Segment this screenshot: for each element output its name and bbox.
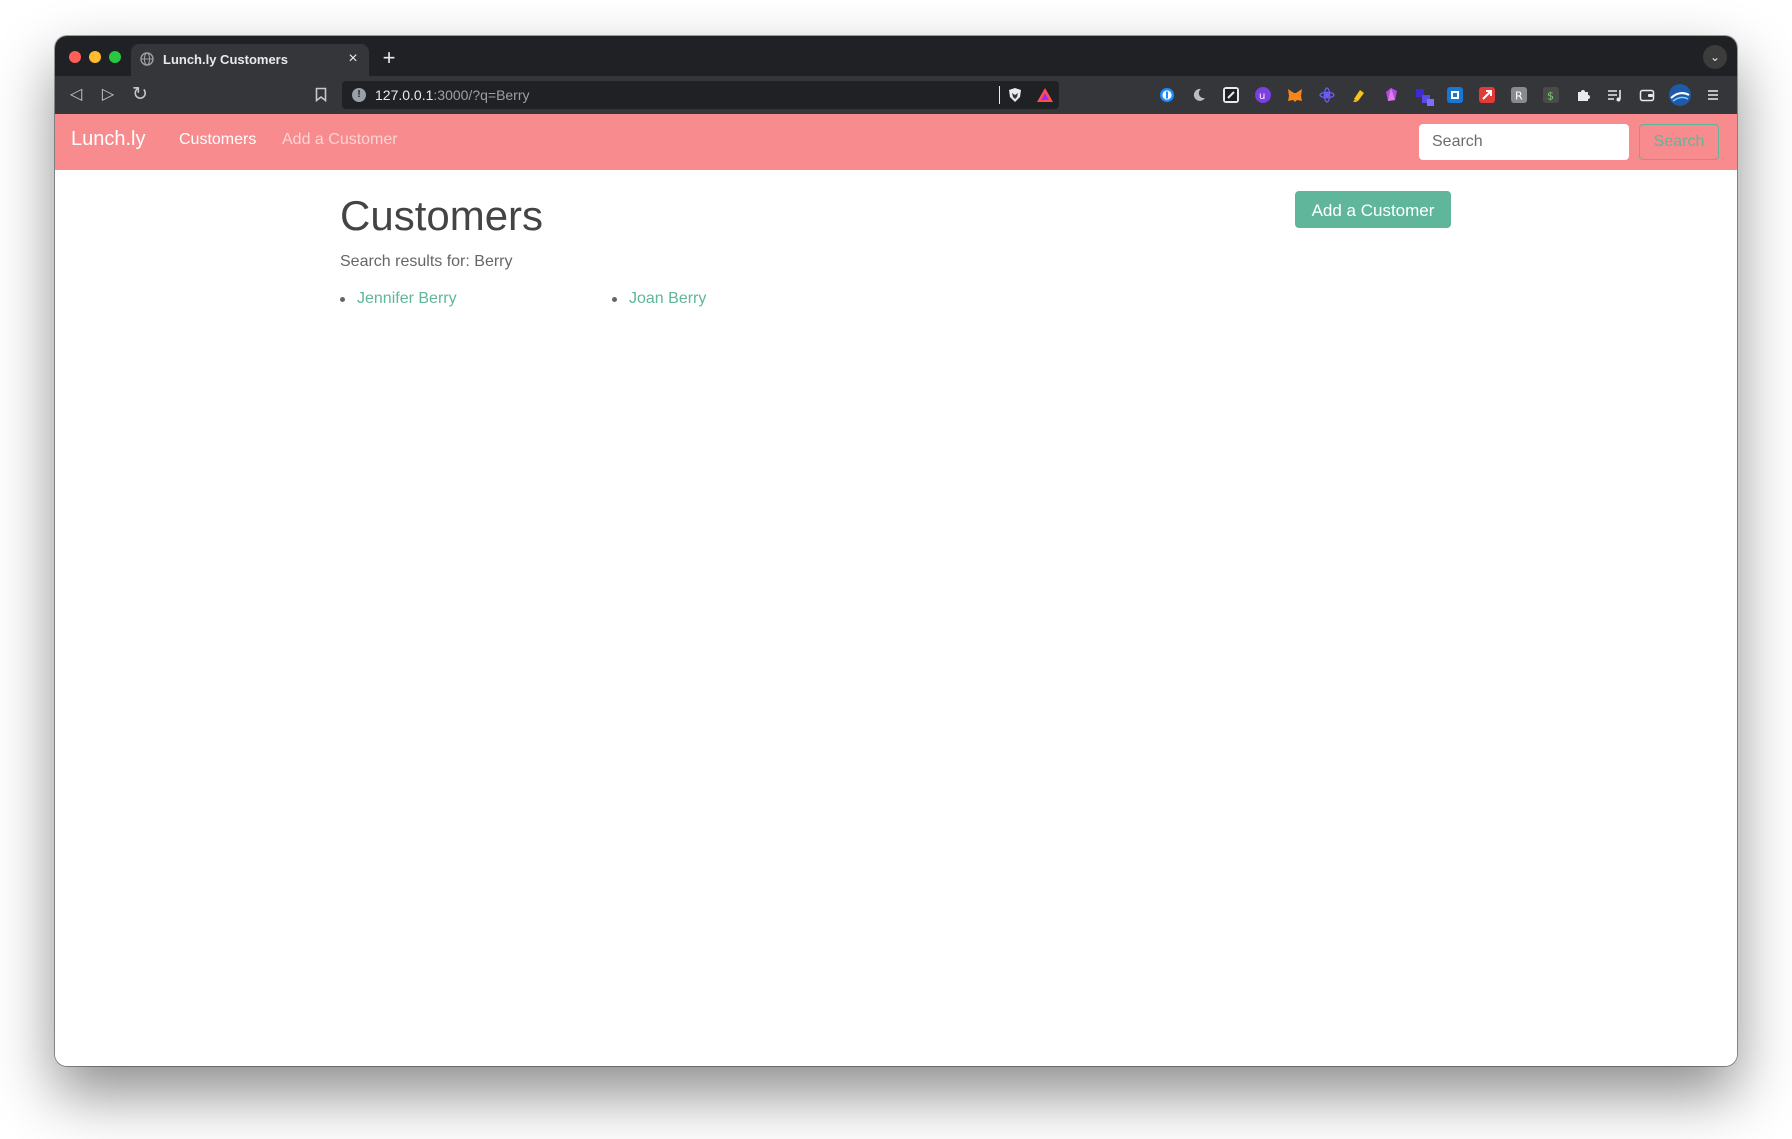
url-path: :3000/?q=Berry	[433, 87, 530, 103]
brand-logo[interactable]: Lunch.ly	[71, 128, 146, 151]
blocks-icon[interactable]	[1415, 87, 1434, 106]
url-host: 127.0.0.1	[375, 87, 434, 103]
search-input[interactable]	[1419, 124, 1629, 160]
search-results-label: Search results for: Berry	[340, 253, 513, 270]
customer-link[interactable]: Joan Berry	[629, 290, 706, 308]
window-close-button[interactable]	[69, 51, 81, 63]
r-icon[interactable]: R	[1511, 87, 1527, 103]
menu-icon[interactable]	[1705, 87, 1721, 103]
site-info-icon[interactable]: !	[352, 88, 366, 102]
puzzle-icon[interactable]	[1575, 87, 1591, 103]
nav-link-customers[interactable]: Customers	[179, 131, 256, 149]
tab-strip: Lunch.ly Customers × + ⌄	[55, 36, 1737, 76]
add-customer-button[interactable]: Add a Customer	[1295, 191, 1451, 228]
svg-text:u: u	[1259, 91, 1265, 102]
brave-shield-icon[interactable]	[1006, 86, 1024, 104]
playlist-icon[interactable]	[1607, 87, 1623, 103]
app-navbar: Lunch.ly Customers Add a Customer Search	[55, 114, 1737, 170]
wallet-icon[interactable]	[1639, 87, 1655, 103]
ublock-icon[interactable]: u	[1255, 87, 1271, 103]
tab-title: Lunch.ly Customers	[163, 52, 288, 67]
gem-icon[interactable]	[1383, 87, 1399, 103]
nav-link-add-customer[interactable]: Add a Customer	[282, 131, 398, 149]
metamask-icon[interactable]	[1287, 87, 1303, 103]
main-content: Customers Add a Customer Search results …	[55, 170, 1737, 1066]
window-maximize-button[interactable]	[109, 51, 121, 63]
search-button[interactable]: Search	[1639, 124, 1719, 160]
edit-icon[interactable]	[1223, 87, 1239, 103]
profile-avatar-icon[interactable]	[1669, 84, 1691, 106]
highlighter-icon[interactable]	[1351, 87, 1367, 103]
page-title: Customers	[340, 192, 544, 239]
bullet-icon	[340, 297, 345, 302]
bullet-icon	[612, 297, 617, 302]
url-text: 127.0.0.1:3000/?q=Berry	[375, 87, 530, 103]
moon-icon[interactable]	[1191, 87, 1207, 103]
dollar-icon[interactable]: $	[1543, 87, 1559, 103]
new-tab-button[interactable]: +	[377, 47, 401, 71]
atom-icon[interactable]	[1319, 87, 1335, 103]
browser-window: Lunch.ly Customers × + ⌄ ◁ ▷ ↻ ! 127.0.0…	[55, 36, 1737, 1066]
svg-text:$: $	[1547, 90, 1554, 103]
globe-icon	[140, 52, 154, 66]
svg-text:R: R	[1515, 90, 1523, 103]
browser-tab[interactable]: Lunch.ly Customers ×	[131, 44, 369, 76]
browser-toolbar: ◁ ▷ ↻ ! 127.0.0.1:3000/?q=Berry u R $	[55, 76, 1737, 114]
arrow-icon[interactable]	[1479, 87, 1495, 103]
window-minimize-button[interactable]	[89, 51, 101, 63]
bookmark-icon[interactable]	[309, 83, 333, 107]
brave-rewards-icon[interactable]	[1036, 86, 1054, 104]
id-icon[interactable]	[1447, 87, 1463, 103]
reload-button[interactable]: ↻	[128, 83, 152, 107]
address-divider	[999, 86, 1000, 104]
customer-link[interactable]: Jennifer Berry	[357, 290, 457, 308]
back-button[interactable]: ◁	[64, 83, 88, 107]
tab-search-icon[interactable]: ⌄	[1703, 45, 1727, 69]
close-tab-icon[interactable]: ×	[343, 49, 363, 69]
password-manager-icon[interactable]	[1159, 87, 1175, 103]
forward-button[interactable]: ▷	[96, 83, 120, 107]
address-bar[interactable]: ! 127.0.0.1:3000/?q=Berry	[342, 81, 1059, 109]
